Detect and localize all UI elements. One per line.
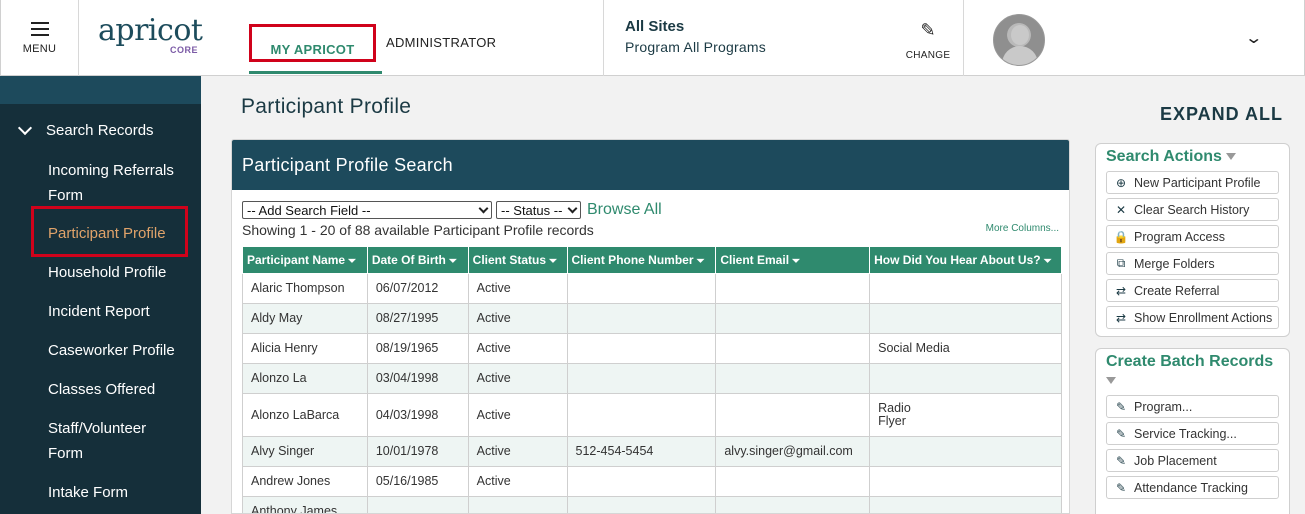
sites-program: Program All Programs [625,39,766,55]
avatar[interactable] [993,14,1045,66]
status-value: -- Status -- [501,202,563,218]
search-actions-header[interactable]: Search Actions [1096,144,1289,166]
sites-title: All Sites [625,18,685,35]
pencil-icon: ✎ [1115,453,1127,468]
sort-icon: ⏷ [549,256,557,267]
batch-program-button[interactable]: ✎ Program... [1106,395,1279,418]
search-actions-title: Search Actions [1106,148,1222,165]
chevron-down-icon[interactable]: ⌄ [1244,28,1263,48]
top-bar: MENU apricot CORE MY APRICOT ADMINISTRAT… [0,0,1305,76]
chevron-down-icon [478,203,489,213]
sort-icon: ⏷ [792,256,801,267]
logo-text: apricot [98,13,203,48]
results-table: Participant Name ⏷ Date Of Birth ⏷ Client … [242,246,1062,513]
apricot-logo[interactable]: apricot CORE [98,13,208,56]
batch-attendance-tracking-button[interactable]: ✎ Attendance Tracking [1106,476,1279,499]
clear-search-history-button[interactable]: ✕ Clear Search History [1106,198,1279,221]
status-select[interactable]: -- Status -- [496,201,581,219]
table-row[interactable]: Andrew Jones 05/16/1985 Active [242,466,1062,497]
create-referral-button[interactable]: ⇄ Create Referral [1106,279,1279,302]
search-panel: Participant Profile Search -- Add Search… [231,139,1070,514]
program-access-button[interactable]: 🔒 Program Access [1106,225,1279,248]
column-header[interactable]: Client Status ⏷ [467,246,568,274]
page-title: Participant Profile [241,95,412,118]
menu-label: MENU [22,42,57,55]
pencil-icon: ✎ [1115,480,1127,495]
column-header[interactable]: Client Email ⏷ [715,246,871,274]
table-row[interactable]: Alaric Thompson 06/07/2012 Active [242,273,1062,304]
expand-all-button[interactable]: EXPAND ALL [1160,104,1283,125]
hamburger-icon [30,21,49,36]
sidebar-item-incoming-referrals[interactable]: Incoming Referrals Form [48,158,193,208]
table-row[interactable]: Anthony James [242,496,1062,513]
column-header[interactable]: Date Of Birth ⏷ [366,246,469,274]
table-row[interactable]: Alonzo La 03/04/1998 Active [242,363,1062,394]
more-columns-link[interactable]: More Columns... [986,223,1059,234]
table-row[interactable]: Alvy Singer 10/01/1978 Active 512-454-5454 a… [242,436,1062,467]
table-row[interactable]: Alicia Henry 08/19/1965 Active Social Media [242,333,1062,364]
logo-sub: CORE [169,45,198,55]
pencil-icon: ✎ [920,20,936,40]
tab-my-apricot[interactable]: MY APRICOT [249,0,382,76]
caret-down-icon [1225,153,1236,161]
sidebar-item-incident-report[interactable]: Incident Report [48,299,193,324]
batch-job-placement-button[interactable]: ✎ Job Placement [1106,449,1279,472]
table-row[interactable]: Aldy May 08/27/1995 Active [242,303,1062,334]
show-enrollment-actions-button[interactable]: ⇄ Show Enrollment Actions [1106,306,1279,329]
table-header-row: Participant Name ⏷ Date Of Birth ⏷ Client … [242,246,1062,274]
tab-my-apricot-label: MY APRICOT [270,41,355,57]
create-batch-records-header[interactable]: Create Batch Records [1096,349,1289,389]
tab-administrator[interactable]: ADMINISTRATOR [386,4,496,80]
search-panel-title: Participant Profile Search [232,140,1069,190]
create-batch-records-panel: Create Batch Records ✎ Program... ✎ Servic… [1095,348,1290,514]
table-row[interactable]: Alonzo LaBarca 04/03/1998 Active Radio Flye… [242,393,1062,437]
lock-icon: 🔒 [1113,229,1129,244]
sidebar: Search Records Incoming Referrals Form P… [0,76,201,514]
column-header[interactable]: Client Phone Number ⏷ [566,246,717,274]
sidebar-item-household-profile[interactable]: Household Profile [48,260,193,285]
search-controls: -- Add Search Field -- -- Status -- Brow… [242,201,662,219]
change-label: CHANGE [905,50,951,61]
add-search-field-select[interactable]: -- Add Search Field -- [242,201,492,219]
column-header[interactable]: Participant Name ⏷ [242,246,368,274]
chevron-down-icon [567,203,578,213]
menu-button[interactable]: MENU [1,0,79,76]
column-header[interactable]: How Did You Hear About Us? ⏷ [869,246,1062,274]
search-actions-panel: Search Actions ⊕ New Participant Profile … [1095,143,1290,337]
sort-icon: ⏷ [1043,256,1052,267]
sidebar-item-participant-profile[interactable]: Participant Profile [48,221,193,246]
batch-service-tracking-button[interactable]: ✎ Service Tracking... [1106,422,1279,445]
swap-arrows-icon: ⇄ [1115,283,1127,298]
sidebar-section-search-records[interactable]: Search Records [17,120,154,139]
chevron-down-icon [17,120,33,136]
records-count: Showing 1 - 20 of 88 available Participa… [242,222,594,238]
x-icon: ✕ [1115,202,1127,217]
sidebar-item-intake-form[interactable]: Intake Form [48,480,193,505]
site-program-selector: All Sites Program All Programs ✎ CHANGE [603,0,964,76]
caret-down-icon [1106,377,1116,385]
sidebar-section-label: Search Records [46,122,154,139]
sort-icon: ⏷ [696,256,705,267]
pencil-icon: ✎ [1115,426,1127,441]
create-batch-records-title: Create Batch Records [1106,353,1274,370]
swap-arrows-icon: ⇄ [1115,310,1127,325]
change-button[interactable]: ✎ CHANGE [905,20,951,61]
merge-folders-button[interactable]: ⧉ Merge Folders [1106,252,1279,275]
browse-all-link[interactable]: Browse All [587,201,662,219]
sidebar-item-caseworker-profile[interactable]: Caseworker Profile [48,338,193,363]
sort-icon: ⏷ [348,256,357,267]
add-search-field-value: -- Add Search Field -- [247,202,371,218]
merge-icon: ⧉ [1116,256,1126,270]
tab-my-apricot-highlight: MY APRICOT [249,24,376,62]
active-tab-underline [249,71,382,74]
pencil-icon: ✎ [1115,399,1127,414]
sidebar-item-classes-offered[interactable]: Classes Offered [48,377,193,402]
new-participant-profile-button[interactable]: ⊕ New Participant Profile [1106,171,1279,194]
sidebar-band [0,76,201,104]
sort-icon: ⏷ [448,256,457,267]
plus-circle-icon: ⊕ [1115,175,1127,190]
sidebar-item-staff-volunteer[interactable]: Staff/Volunteer Form [48,416,168,466]
